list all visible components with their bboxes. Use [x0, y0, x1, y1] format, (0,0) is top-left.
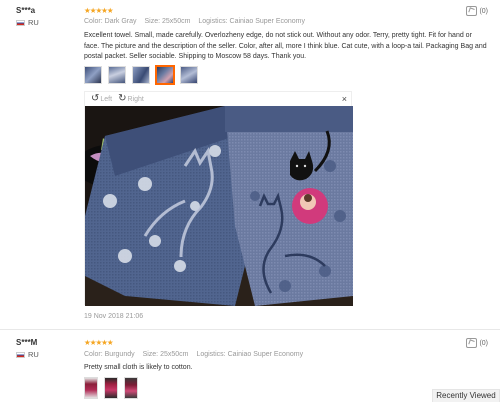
- rotate-left-icon: ↺: [91, 93, 100, 104]
- helpful-button[interactable]: (0): [466, 338, 488, 348]
- rotate-right-label: Right: [127, 95, 144, 103]
- review-card: S***M RU ★★★★★ (0) Color: Burgundy Size:…: [0, 332, 500, 402]
- size-value: 25x50cm: [162, 18, 191, 25]
- size-value: 25x50cm: [160, 351, 189, 358]
- photo-thumbnail[interactable]: [108, 66, 126, 84]
- rotate-left-button[interactable]: ↺ Left: [91, 94, 112, 104]
- size-label: Size:: [142, 351, 159, 358]
- helpful-count: (0): [479, 339, 488, 347]
- rotate-left-label: Left: [100, 95, 113, 103]
- size-label: Size:: [144, 18, 161, 25]
- photo-thumbnail[interactable]: [132, 66, 150, 84]
- star-rating: ★★★★★: [84, 6, 114, 15]
- russia-flag-icon: [16, 19, 25, 26]
- russia-flag-icon: [16, 351, 25, 358]
- color-label: Color:: [84, 351, 103, 358]
- country-code: RU: [28, 350, 39, 359]
- helpful-count: (0): [479, 7, 488, 15]
- helpful-button[interactable]: (0): [466, 6, 488, 16]
- logistics-label: Logistics:: [196, 351, 226, 358]
- review-date: 19 Nov 2018 21:06: [84, 313, 144, 320]
- color-label: Color:: [84, 18, 103, 25]
- review-photo: [85, 106, 353, 306]
- close-icon[interactable]: ×: [342, 94, 347, 104]
- reviewer-name: S***M: [16, 338, 38, 347]
- photo-viewer: ↺ Left ↻ Right ×: [84, 91, 353, 306]
- logistics-label: Logistics:: [198, 18, 228, 25]
- photo-thumbnail[interactable]: [155, 65, 175, 85]
- photo-thumbnail[interactable]: [180, 66, 198, 84]
- review-text: Pretty small cloth is likely to cotton.: [84, 364, 193, 371]
- thumbs-up-icon: [466, 6, 478, 16]
- rotate-right-icon: ↻: [118, 93, 127, 104]
- review-text: Excellent towel. Small, made carefully. …: [84, 32, 487, 60]
- reviewer-country: RU: [16, 350, 39, 359]
- reviewer-country: RU: [16, 18, 39, 27]
- photo-thumbnails: [84, 65, 198, 85]
- color-value: Dark Gray: [104, 18, 137, 25]
- review-card: S***a RU ★★★★★ (0) Color: Dark Gray Size…: [0, 0, 500, 330]
- viewer-toolbar: ↺ Left ↻ Right: [85, 92, 351, 106]
- review-attributes: Color: Dark Gray Size: 25x50cm Logistics…: [84, 18, 311, 25]
- towel-photo-image: [85, 106, 353, 306]
- photo-thumbnail[interactable]: [104, 377, 118, 399]
- photo-thumbnail[interactable]: [84, 377, 98, 399]
- review-attributes: Color: Burgundy Size: 25x50cm Logistics:…: [84, 351, 309, 358]
- color-value: Burgundy: [104, 351, 135, 358]
- photo-thumbnail[interactable]: [124, 377, 138, 399]
- logistics-value: Cainiao Super Economy: [229, 18, 306, 25]
- thumbs-up-icon: [466, 338, 478, 348]
- photo-thumbnails: [84, 377, 138, 399]
- photo-thumbnail[interactable]: [84, 66, 102, 84]
- rotate-right-button[interactable]: ↻ Right: [118, 94, 144, 104]
- country-code: RU: [28, 18, 39, 27]
- star-rating: ★★★★★: [84, 338, 114, 347]
- logistics-value: Cainiao Super Economy: [227, 351, 304, 358]
- reviewer-name: S***a: [16, 6, 36, 15]
- recently-viewed-tab[interactable]: Recently Viewed: [432, 389, 500, 402]
